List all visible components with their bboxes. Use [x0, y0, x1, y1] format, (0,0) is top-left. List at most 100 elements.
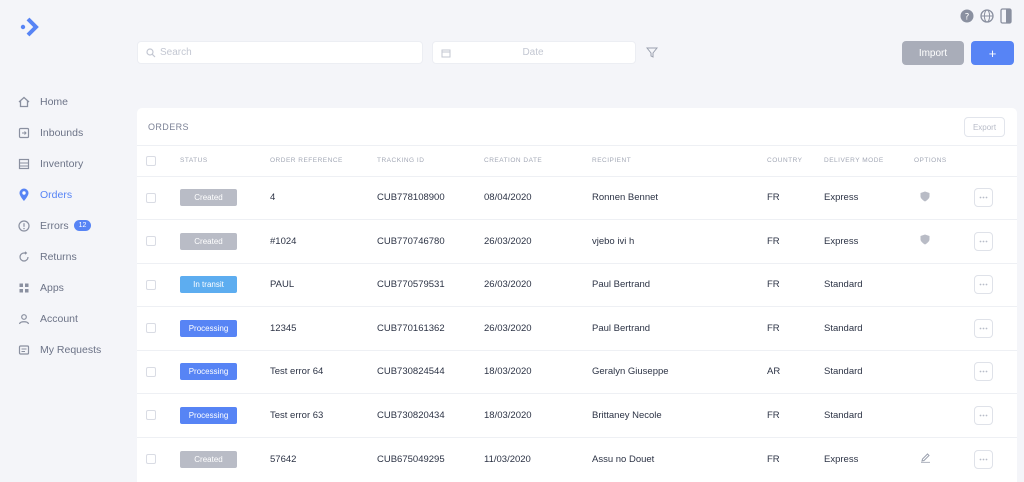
row-checkbox[interactable] [146, 192, 156, 203]
table-row[interactable]: Created 57642 CUB675049295 11/03/2020 Assu n… [137, 436, 1017, 481]
search-input[interactable] [160, 47, 410, 58]
date-placeholder: Date [522, 47, 544, 58]
actions-cell [974, 262, 1017, 307]
ellipsis-icon [979, 240, 988, 243]
inventory-icon [17, 157, 31, 171]
status-badge: Processing [180, 406, 237, 424]
table-row[interactable]: Created #1024 CUB770746780 26/03/2020 vjebo … [137, 219, 1017, 263]
options-cell [914, 393, 974, 437]
column-header-order-reference[interactable]: ORDER REFERENCE [270, 146, 377, 176]
globe-icon[interactable] [980, 9, 994, 23]
add-order-button[interactable]: + [971, 41, 1014, 65]
select-all-checkbox[interactable] [146, 155, 156, 166]
delivery-mode-cell: Standard [824, 393, 914, 437]
date-picker[interactable]: Date [432, 41, 636, 64]
more-actions-button[interactable] [974, 405, 993, 425]
creation-date-cell: 26/03/2020 [484, 262, 592, 307]
delivery-mode-cell: Express [824, 175, 914, 220]
column-header-status[interactable]: STATUS [180, 146, 270, 176]
import-button[interactable]: Import [902, 41, 964, 65]
sidebar-item-label: Account [40, 312, 78, 325]
app-logo[interactable] [18, 14, 44, 40]
sidebar-item-my-requests[interactable]: My Requests [0, 334, 128, 365]
more-actions-button[interactable] [974, 231, 993, 251]
sidebar-item-orders[interactable]: Orders [0, 179, 128, 210]
sidebar-item-label: Inventory [40, 157, 84, 170]
status-badge: Processing [180, 363, 237, 381]
row-checkbox[interactable] [146, 366, 156, 377]
recipient-cell: Assu no Douet [592, 436, 767, 481]
actions-cell [974, 306, 1017, 350]
requests-icon [17, 343, 31, 357]
shield-icon[interactable] [920, 191, 930, 202]
more-actions-button[interactable] [974, 188, 993, 208]
pencil-icon[interactable] [920, 452, 931, 463]
status-cell: Processing [180, 306, 270, 350]
row-checkbox[interactable] [146, 323, 156, 334]
orders-table-body: Created 4 CUB778108900 08/04/2020 Ronnen Ben… [137, 175, 1017, 481]
column-header-country[interactable]: COUNTRY [767, 146, 824, 176]
shield-icon[interactable] [920, 234, 930, 245]
status-cell: Processing [180, 393, 270, 437]
options-cell [914, 436, 974, 481]
filter-button[interactable] [642, 42, 662, 62]
table-row[interactable]: Processing Test error 63 CUB730820434 18/03… [137, 393, 1017, 437]
creation-date-cell: 11/03/2020 [484, 436, 592, 481]
sidebar-item-apps[interactable]: Apps [0, 272, 128, 303]
row-checkbox[interactable] [146, 236, 156, 247]
creation-date-cell: 26/03/2020 [484, 306, 592, 350]
ellipsis-icon [979, 196, 988, 199]
status-cell: In transit [180, 262, 270, 307]
orders-title: ORDERS [148, 122, 189, 132]
recipient-cell: Paul Bertrand [592, 306, 767, 350]
export-button[interactable]: Export [964, 117, 1005, 137]
delivery-mode-cell: Standard [824, 349, 914, 394]
table-row[interactable]: Processing Test error 64 CUB730824544 18/03… [137, 349, 1017, 394]
column-header-tracking-id[interactable]: TRACKING ID [377, 146, 484, 176]
table-row[interactable]: In transit PAUL CUB770579531 26/03/2020 Paul… [137, 262, 1017, 307]
more-actions-button[interactable] [974, 449, 993, 469]
options-cell [914, 175, 974, 220]
order-reference-cell: 12345 [270, 306, 377, 350]
actions-cell [974, 219, 1017, 263]
column-header-options: OPTIONS [914, 157, 947, 165]
table-header-row: STATUS ORDER REFERENCE TRACKING ID CREAT… [137, 146, 1017, 176]
row-checkbox[interactable] [146, 453, 156, 464]
delivery-mode-cell: Standard [824, 262, 914, 307]
status-badge: Processing [180, 319, 237, 337]
sidebar-item-account[interactable]: Account [0, 303, 128, 334]
tracking-id-cell: CUB770579531 [377, 262, 484, 307]
actions-cell [974, 175, 1017, 220]
more-actions-button[interactable] [974, 362, 993, 382]
help-icon[interactable]: ? [960, 9, 974, 23]
sidebar-item-errors[interactable]: Errors 12 [0, 210, 128, 241]
more-actions-button[interactable] [974, 275, 993, 295]
country-cell: FR [767, 219, 824, 263]
calendar-icon [441, 49, 451, 57]
more-actions-button[interactable] [974, 318, 993, 338]
sidebar: Home Inbounds Inventory Orders Errors 12… [0, 86, 128, 365]
status-cell: Created [180, 219, 270, 263]
sidebar-item-home[interactable]: Home [0, 86, 128, 117]
table-row[interactable]: Processing 12345 CUB770161362 26/03/2020 Pau… [137, 306, 1017, 350]
table-row[interactable]: Created 4 CUB778108900 08/04/2020 Ronnen Ben… [137, 175, 1017, 220]
column-header-creation-date[interactable]: CREATION DATE [484, 146, 592, 176]
sidebar-item-inventory[interactable]: Inventory [0, 148, 128, 179]
column-header-recipient[interactable]: RECIPIENT [592, 146, 767, 176]
row-checkbox[interactable] [146, 410, 156, 421]
sidebar-item-label: Errors [40, 219, 69, 232]
options-cell [914, 306, 974, 350]
sidebar-item-inbounds[interactable]: Inbounds [0, 117, 128, 148]
status-cell: Processing [180, 349, 270, 394]
recipient-cell: vjebo ivi h [592, 219, 767, 263]
ellipsis-icon [979, 458, 988, 460]
delivery-mode-cell: Express [824, 219, 914, 263]
error-icon [17, 219, 31, 233]
select-all-cell [137, 146, 180, 176]
order-reference-cell: Test error 63 [270, 393, 377, 437]
home-icon [17, 95, 31, 109]
sidebar-item-returns[interactable]: Returns [0, 241, 128, 272]
column-header-delivery-mode[interactable]: DELIVERY MODE [824, 146, 914, 176]
panel-icon[interactable] [1000, 8, 1012, 24]
row-checkbox[interactable] [146, 279, 156, 290]
